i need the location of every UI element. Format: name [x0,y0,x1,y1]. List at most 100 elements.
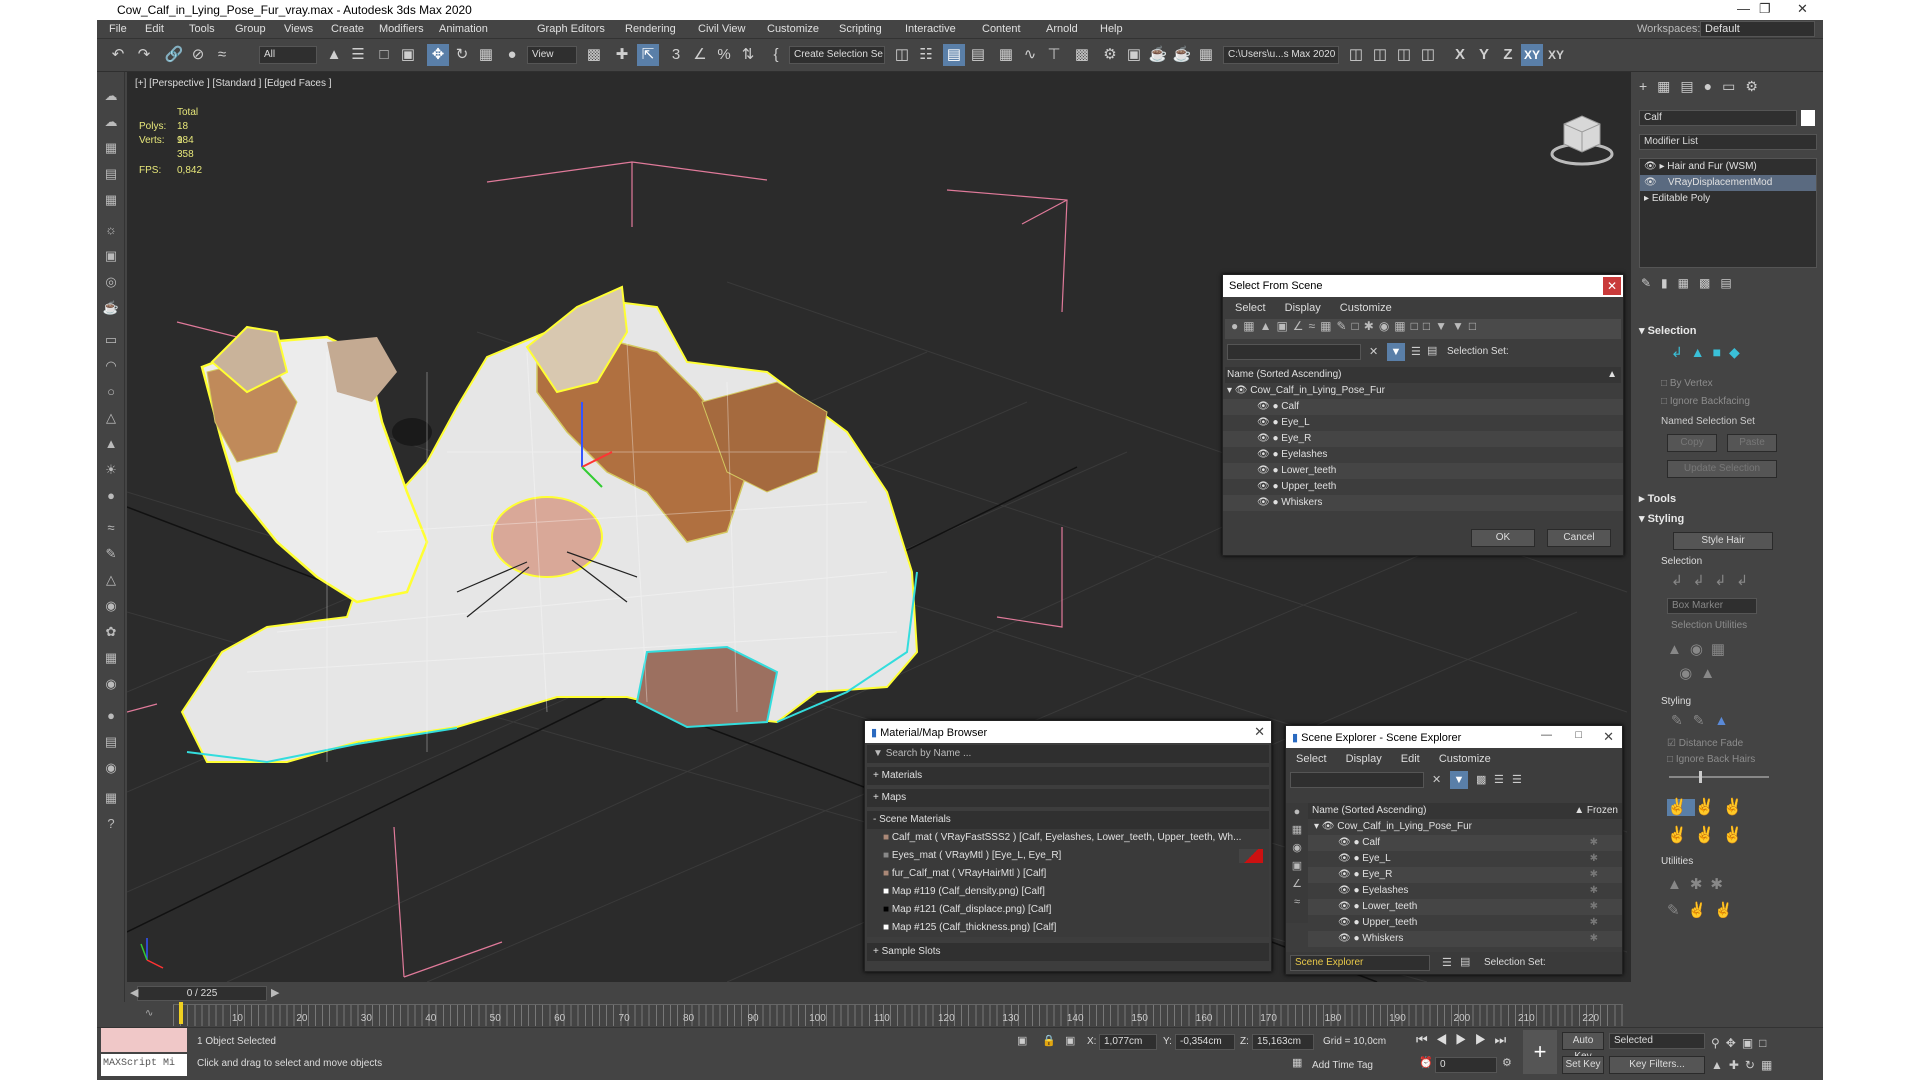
timeline-ruler[interactable]: 10 20 30 40 50 60 70 80 90 100 110 120 130 140 150 160 1… [173,1004,1623,1026]
tree-item-eye-l[interactable]: 👁 ● Eye_L [1223,415,1623,431]
next-frame-icon[interactable]: ▶ [271,986,279,999]
current-frame-field[interactable]: 0 [1435,1057,1497,1073]
dome-icon[interactable]: ◠ [100,356,122,376]
tree-item-calf[interactable]: 👁 ● Calf [1223,399,1623,415]
selection-filter-dropdown[interactable]: All [259,46,317,64]
bind-space-warp-icon[interactable]: ≈ [211,44,233,66]
sound-icon[interactable]: ◎ [100,272,122,292]
help-icon[interactable]: ? [100,814,122,834]
set-key-button[interactable]: Set Key [1562,1056,1604,1074]
styling-tool-icons[interactable]: ✌✌✌ ✌✌✌ [1667,794,1777,850]
tree-root[interactable]: ▾ 👁 Cow_Calf_in_Lying_Pose_Fur [1223,383,1623,399]
lock-selection-icon[interactable]: 🔒 [1042,1034,1056,1047]
schematic-view-icon[interactable]: ⊤ [1043,44,1065,66]
selection-set-icon[interactable]: ▤ [1460,955,1470,968]
menu-interactive[interactable]: Interactive [905,23,956,35]
menu-arnold[interactable]: Arnold [1046,23,1078,35]
sphere-icon[interactable]: ● [100,486,122,506]
slider-thumb[interactable] [1699,771,1702,783]
copy-button[interactable]: Copy [1667,434,1717,452]
place-icon[interactable]: ● [501,44,523,66]
image-icon[interactable]: ▦ [100,138,122,158]
box-marker-dropdown[interactable]: Box Marker [1667,598,1757,614]
reference-coordinate-dropdown[interactable]: View [527,46,577,64]
minimize-icon[interactable]: — [1541,729,1552,741]
modifier-hair-and-fur[interactable]: 👁 ▸ Hair and Fur (WSM) [1640,159,1816,175]
sphere-light-icon[interactable]: ○ [100,382,122,402]
selection-utility-icons[interactable]: ▲◉▦ ◉▲ [1667,638,1777,686]
y-coordinate-field[interactable]: -0,354cm [1175,1034,1235,1050]
scene-explorer-name-dropdown[interactable]: Scene Explorer [1290,955,1430,971]
menu-rendering[interactable]: Rendering [625,23,676,35]
styling-rollout-header[interactable]: ▾ Styling [1639,512,1684,525]
layers-icon[interactable]: ☰ [1411,345,1421,358]
select-object-icon[interactable]: ▲ [323,44,345,66]
menu-create[interactable]: Create [331,23,364,35]
workspace-dropdown[interactable]: Default [1700,21,1815,37]
plant-icon[interactable]: ✿ [100,622,122,642]
styling-brush-icons[interactable]: ✎✎▲ [1671,712,1738,729]
open-icon[interactable]: ◫ [1369,44,1391,66]
menu-display[interactable]: Display [1285,302,1321,314]
tree-item-eyelashes[interactable]: 👁 ● Eyelashes [1223,447,1623,463]
plane-icon[interactable]: ▭ [100,330,122,350]
viewport-navigation-controls[interactable]: ⚲✥▣□ ▲✚↻▦ [1711,1032,1811,1076]
freeze-icon[interactable]: ✱ [1590,835,1598,851]
brush-size-slider[interactable] [1669,771,1769,783]
tree-item-eyelashes[interactable]: 👁 ● Eyelashes ✱ [1308,883,1622,899]
render-setup-icon[interactable]: ⚙ [1099,44,1121,66]
ignore-backfacing-checkbox[interactable]: □ Ignore Backfacing [1661,396,1750,407]
close-icon[interactable]: ✕ [1603,729,1614,745]
mesh-icon[interactable]: △ [100,570,122,590]
menu-tools[interactable]: Tools [189,23,215,35]
tree-item-upper-teeth[interactable]: 👁 ● Upper_teeth [1223,479,1623,495]
archive-icon[interactable]: ◫ [1417,44,1439,66]
cloud-outline-icon[interactable]: ☁ [100,112,122,132]
mesh-light-icon[interactable]: △ [100,408,122,428]
tree-item-calf[interactable]: 👁 ● Calf ✱ [1308,835,1622,851]
sun-icon[interactable]: ☀ [100,460,122,480]
angle-snap-icon[interactable]: ∠ [689,44,711,66]
hair-selection-icons[interactable]: ↲↲↲↲ [1671,572,1758,589]
menu-customize[interactable]: Customize [767,23,819,35]
tree-item-upper-teeth[interactable]: 👁 ● Upper_teeth ✱ [1308,915,1622,931]
map-entry[interactable]: ■ Map #125 (Calf_thickness.png) [Calf] [867,919,1269,937]
menu-modifiers[interactable]: Modifiers [379,23,424,35]
menu-content[interactable]: Content [982,23,1021,35]
project-folder-icon[interactable]: ◫ [1345,44,1367,66]
tools-rollout-header[interactable]: ▸ Tools [1639,492,1676,505]
tree-item-eye-r[interactable]: 👁 ● Eye_R ✱ [1308,867,1622,883]
tool-icon[interactable]: ◉ [100,674,122,694]
scene-explorer-search-input[interactable] [1290,772,1424,788]
filter-icon[interactable]: ▼ [1450,771,1468,789]
freeze-icon[interactable]: ✱ [1590,867,1598,883]
tree-item-eye-r[interactable]: 👁 ● Eye_R [1223,431,1623,447]
tree-item-lower-teeth[interactable]: 👁 ● Lower_teeth ✱ [1308,899,1622,915]
search-dropdown-icon[interactable]: ▼ [873,748,883,759]
group-maps[interactable]: + Maps [867,789,1269,807]
settings-icon[interactable]: ▦ [100,788,122,808]
object-name-field[interactable]: Calf [1639,110,1797,126]
rectangular-selection-icon[interactable]: □ [373,44,395,66]
time-cursor[interactable] [179,1002,183,1024]
clear-search-icon[interactable]: ✕ [1432,773,1441,786]
style-hair-button[interactable]: Style Hair [1673,532,1773,550]
modifier-list-dropdown[interactable]: Modifier List [1639,134,1817,150]
sphere-blue-icon[interactable]: ● [100,706,122,726]
select-scale-icon[interactable]: ▦ [475,44,497,66]
name-column-header[interactable]: Name (Sorted Ascending) ▲ Frozen [1308,803,1622,819]
select-rotate-icon[interactable]: ↻ [451,44,473,66]
axis-y-icon[interactable]: Y [1473,44,1495,66]
selection-rollout-header[interactable]: ▾ Selection [1639,324,1696,337]
freeze-icon[interactable]: ✱ [1590,899,1598,915]
key-mode-icon[interactable]: ⏰ [1419,1056,1433,1069]
group-scene-materials[interactable]: - Scene Materials [867,811,1269,829]
rendered-frame-window-icon[interactable]: ▣ [1123,44,1145,66]
mirror-icon[interactable]: ◫ [891,44,913,66]
isolate-icon[interactable]: ▣ [1017,1034,1027,1047]
command-panel-tabs[interactable]: +▦▤●▭⚙ [1639,78,1768,95]
tree-item-eye-l[interactable]: 👁 ● Eye_L ✱ [1308,851,1622,867]
project-path-dropdown[interactable]: C:\Users\u...s Max 2020 [1223,46,1339,64]
material-search-input[interactable]: ▼ Search by Name ... [867,745,1269,763]
object-color-swatch[interactable] [1801,110,1815,126]
